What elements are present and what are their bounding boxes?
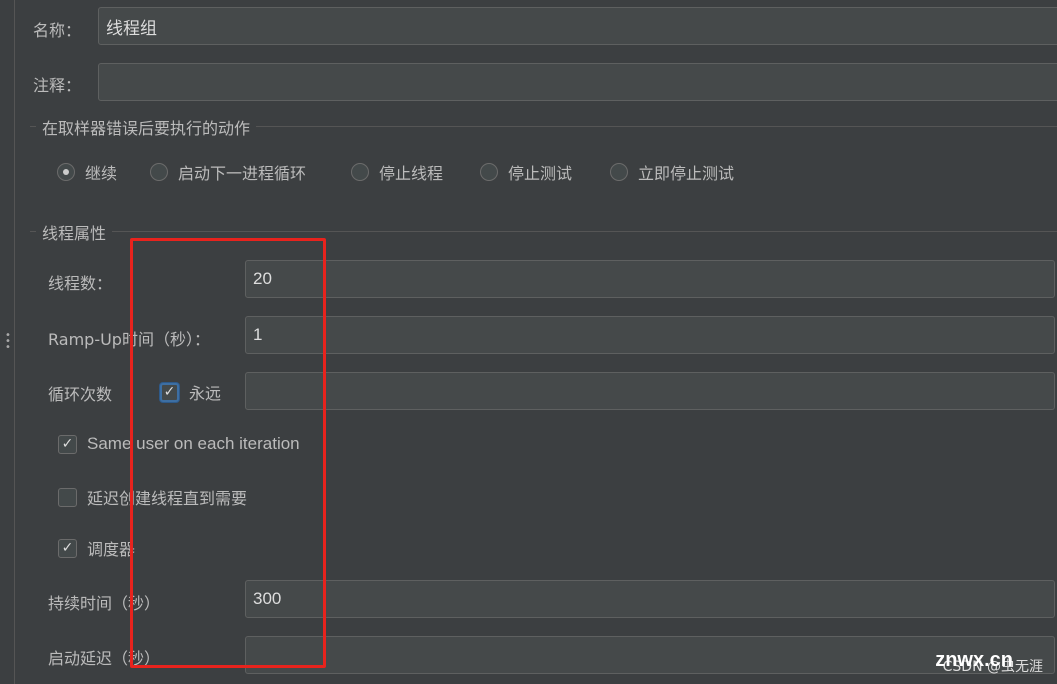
scheduler-checkbox[interactable]: ✓ 调度器 <box>58 536 135 560</box>
comment-input[interactable] <box>98 63 1057 101</box>
watermark: CSDN @虫无涯 znwx.cn <box>935 649 1043 676</box>
watermark-logo: znwx.cn <box>935 649 1013 671</box>
radio-label: 启动下一进程循环 <box>178 164 307 183</box>
unchecked-box-icon <box>58 487 77 507</box>
thread-props-title: 线程属性 <box>36 220 113 244</box>
radio-icon <box>610 163 628 181</box>
loop-label: 循环次数 <box>48 385 113 404</box>
radio-icon <box>351 163 369 181</box>
sampler-error-group: 在取样器错误后要执行的动作 <box>30 115 1057 139</box>
startup-delay-input[interactable] <box>245 636 1055 674</box>
scheduler-label: 调度器 <box>87 540 136 559</box>
highlight-box <box>130 238 326 668</box>
check-icon: ✓ <box>58 538 77 558</box>
threads-label: 线程数： <box>48 274 113 293</box>
duration-input[interactable]: 300 <box>245 580 1055 618</box>
radio-icon <box>150 163 168 181</box>
radio-stop-test-now[interactable]: 立即停止测试 <box>610 160 734 184</box>
thread-props-group: 线程属性 <box>30 220 1057 244</box>
splitter-grip-icon[interactable]: • • • <box>5 331 11 353</box>
threads-input[interactable]: 20 <box>245 260 1055 298</box>
radio-next-loop[interactable]: 启动下一进程循环 <box>150 160 306 184</box>
radio-icon <box>480 163 498 181</box>
loop-count-input[interactable] <box>245 372 1055 410</box>
comment-label: 注释： <box>33 76 82 95</box>
radio-selected-icon <box>57 163 75 181</box>
radio-continue[interactable]: 继续 <box>57 160 117 184</box>
radio-stop-test[interactable]: 停止测试 <box>480 160 572 184</box>
sampler-error-title: 在取样器错误后要执行的动作 <box>36 115 257 139</box>
radio-label: 停止测试 <box>508 164 573 183</box>
name-label: 名称： <box>33 21 82 40</box>
name-input[interactable]: 线程组 <box>98 7 1057 45</box>
check-icon: ✓ <box>58 434 77 454</box>
radio-stop-thread[interactable]: 停止线程 <box>351 160 443 184</box>
rampup-input[interactable]: 1 <box>245 316 1055 354</box>
radio-label: 继续 <box>85 164 118 183</box>
radio-label: 立即停止测试 <box>638 164 735 183</box>
radio-label: 停止线程 <box>379 164 444 183</box>
